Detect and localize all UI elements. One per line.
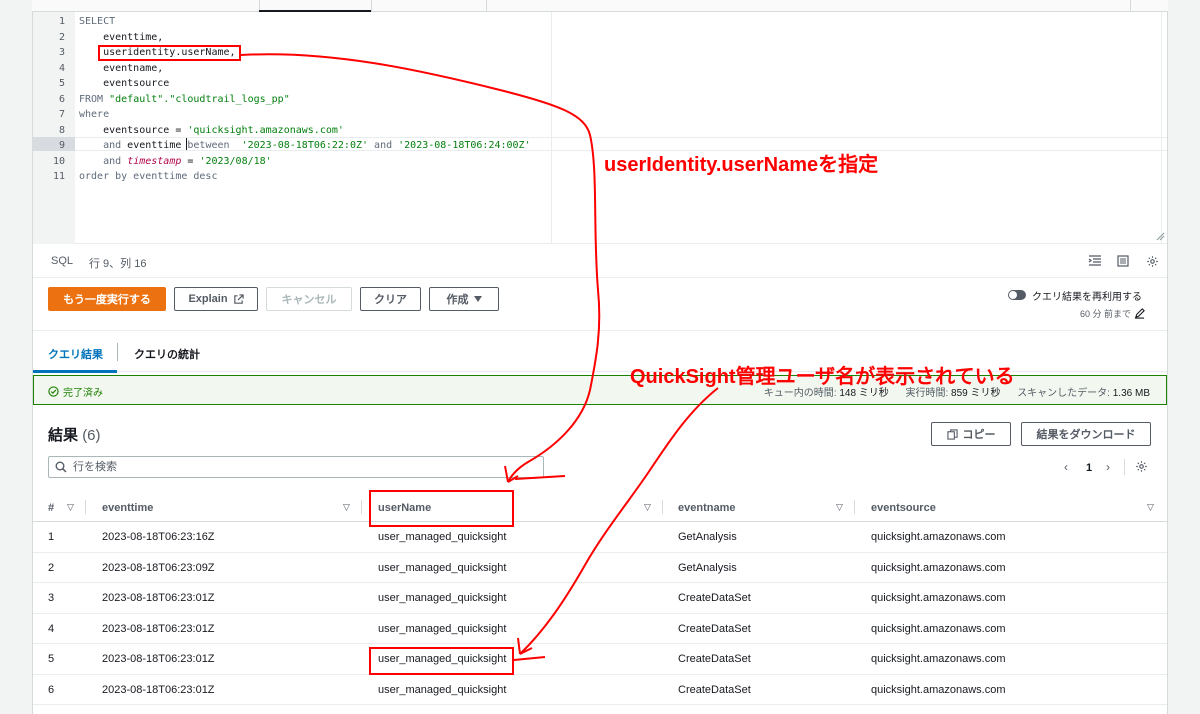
arrow-flourish	[514, 475, 566, 480]
annotation-arrows	[240, 53, 719, 661]
arrow-flourish	[513, 656, 546, 661]
arrowhead	[517, 637, 533, 655]
arrow-to-cell	[519, 387, 719, 655]
arrow-to-header	[240, 53, 601, 483]
